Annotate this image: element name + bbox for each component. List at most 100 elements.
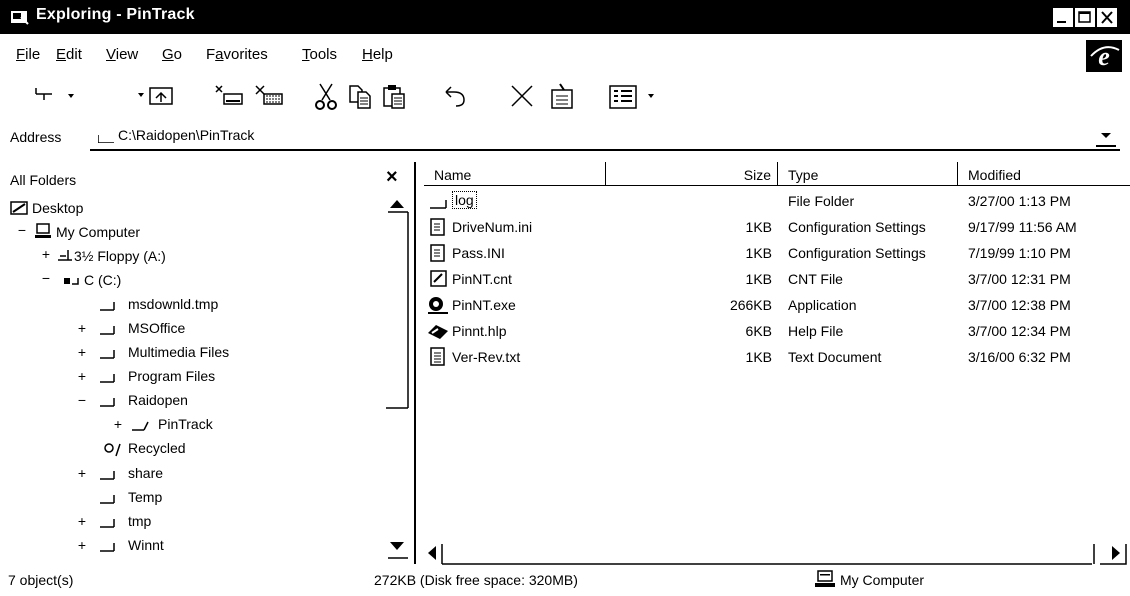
- drive-icon: [64, 278, 79, 285]
- folder-icon: [100, 374, 115, 383]
- pane-splitter[interactable]: [414, 162, 420, 564]
- collapse-toggle[interactable]: −: [76, 392, 88, 408]
- delete-button[interactable]: [506, 80, 540, 114]
- scroll-down-icon: [390, 542, 404, 550]
- minimize-button[interactable]: [1052, 7, 1074, 28]
- expand-toggle[interactable]: +: [40, 246, 52, 262]
- folders-pane-title: All Folders: [10, 172, 77, 188]
- tree-item-c-drive[interactable]: C (C:): [84, 272, 121, 288]
- file-modified: 3/7/00 12:38 PM: [968, 297, 1071, 313]
- menu-favorites[interactable]: Favorites: [206, 46, 268, 63]
- scroll-right-icon: [1112, 546, 1120, 560]
- map-drive-button[interactable]: [212, 80, 246, 114]
- collapse-toggle[interactable]: −: [16, 222, 28, 238]
- address-value: C:\Raidopen\PinTrack: [118, 127, 255, 143]
- forward-button[interactable]: [132, 80, 173, 114]
- status-disk-space: 272KB (Disk free space: 320MB): [374, 572, 578, 588]
- expand-toggle[interactable]: +: [76, 537, 88, 553]
- tree-item-floppy[interactable]: 3½ Floppy (A:): [74, 248, 166, 264]
- expand-toggle[interactable]: +: [112, 416, 124, 432]
- file-modified: 3/16/00 6:32 PM: [968, 349, 1071, 365]
- views-button[interactable]: [606, 80, 654, 114]
- cut-button[interactable]: [310, 80, 344, 114]
- tree-item-my-computer[interactable]: My Computer: [56, 224, 140, 240]
- maximize-button[interactable]: [1074, 7, 1096, 28]
- menu-go[interactable]: Go: [162, 46, 182, 63]
- expand-toggle[interactable]: +: [76, 320, 88, 336]
- scroll-left-icon: [428, 546, 436, 560]
- paste-icon: [383, 85, 405, 109]
- disconnect-drive-button[interactable]: [252, 80, 286, 114]
- window-title: Exploring - PinTrack: [36, 6, 195, 23]
- folder-icon: [100, 398, 115, 407]
- menu-tools[interactable]: Tools: [302, 46, 337, 63]
- tree-item-program-files[interactable]: Program Files: [128, 368, 215, 384]
- tree-item-raidopen[interactable]: Raidopen: [128, 392, 188, 408]
- folder-icon: [100, 302, 115, 311]
- tree-item-share[interactable]: share: [128, 465, 163, 481]
- menu-edit-rest: dit: [66, 46, 82, 63]
- menu-edit[interactable]: Edit: [56, 46, 82, 63]
- file-type: Configuration Settings: [788, 245, 926, 261]
- undo-button[interactable]: [440, 80, 474, 114]
- cut-icon: [315, 83, 337, 110]
- close-button[interactable]: [1096, 7, 1118, 28]
- minimize-icon: [1057, 21, 1066, 23]
- address-field[interactable]: C:\Raidopen\PinTrack: [90, 123, 1120, 151]
- menu-bar: File Edit View Go Favorites Tools Help: [0, 42, 1130, 68]
- file-row[interactable]: Ver-Rev.txt 1KB Text Document 3/16/00 6:…: [422, 346, 1130, 370]
- back-button[interactable]: [30, 80, 74, 114]
- status-location: My Computer: [840, 572, 925, 588]
- file-row[interactable]: log File Folder 3/27/00 1:13 PM: [422, 190, 1130, 214]
- copy-button[interactable]: [344, 80, 378, 114]
- back-icon: [35, 88, 74, 100]
- paste-button[interactable]: [378, 80, 412, 114]
- chevron-down-icon: [1101, 133, 1111, 138]
- tree-item-multimedia-files[interactable]: Multimedia Files: [128, 344, 229, 360]
- collapse-toggle[interactable]: −: [40, 270, 52, 286]
- file-list-hscrollbar[interactable]: [422, 540, 1130, 566]
- file-row[interactable]: Pass.INI 1KB Configuration Settings 7/19…: [422, 242, 1130, 266]
- tree-item-msdownld[interactable]: msdownld.tmp: [128, 296, 218, 312]
- address-dropdown-button[interactable]: [1096, 125, 1116, 147]
- menu-view[interactable]: View: [106, 46, 138, 63]
- tree-item-desktop[interactable]: Desktop: [32, 200, 83, 216]
- tree-item-winnt[interactable]: Winnt: [128, 537, 164, 553]
- computer-icon: [35, 223, 51, 238]
- tree-item-pintrack[interactable]: PinTrack: [158, 416, 213, 432]
- file-row[interactable]: Pinnt.hlp 6KB Help File 3/7/00 12:34 PM: [422, 320, 1130, 344]
- menu-help[interactable]: Help: [362, 46, 393, 63]
- expand-toggle[interactable]: +: [76, 513, 88, 529]
- expand-toggle[interactable]: +: [76, 465, 88, 481]
- tree-item-msoffice[interactable]: MSOffice: [128, 320, 185, 336]
- copy-icon: [349, 85, 371, 109]
- map-drive-icon: [215, 85, 243, 105]
- forward-icon: [138, 87, 173, 105]
- file-row[interactable]: PinNT.cnt 1KB CNT File 3/7/00 12:31 PM: [422, 268, 1130, 292]
- ie-logo-icon: e: [1086, 40, 1122, 72]
- status-object-count: 7 object(s): [8, 572, 74, 588]
- undo-icon: [445, 86, 465, 107]
- expand-toggle[interactable]: +: [76, 368, 88, 384]
- folders-close-button[interactable]: ×: [386, 166, 398, 189]
- properties-button[interactable]: [546, 80, 580, 114]
- tree-item-recycled[interactable]: Recycled: [128, 440, 186, 456]
- file-row[interactable]: PinNT.exe 266KB Application 3/7/00 12:38…: [422, 294, 1130, 318]
- file-modified: 3/7/00 12:31 PM: [968, 271, 1071, 287]
- tree-item-temp[interactable]: Temp: [128, 489, 162, 505]
- folder-tree-scrollbar[interactable]: [384, 192, 410, 564]
- file-modified: 3/7/00 12:34 PM: [968, 323, 1071, 339]
- file-type: Configuration Settings: [788, 219, 926, 235]
- column-header-type[interactable]: Type: [778, 162, 958, 186]
- file-type: File Folder: [788, 193, 855, 209]
- column-header-name[interactable]: Name: [424, 162, 606, 186]
- tree-item-tmp[interactable]: tmp: [128, 513, 151, 529]
- file-row[interactable]: DriveNum.ini 1KB Configuration Settings …: [422, 216, 1130, 240]
- views-icon: [609, 85, 654, 109]
- column-header-size[interactable]: Size: [606, 162, 778, 186]
- column-header-modified[interactable]: Modified: [958, 162, 1130, 186]
- menu-file[interactable]: File: [16, 46, 40, 63]
- toolbar: [0, 80, 700, 116]
- file-type: Help File: [788, 323, 844, 339]
- expand-toggle[interactable]: +: [76, 344, 88, 360]
